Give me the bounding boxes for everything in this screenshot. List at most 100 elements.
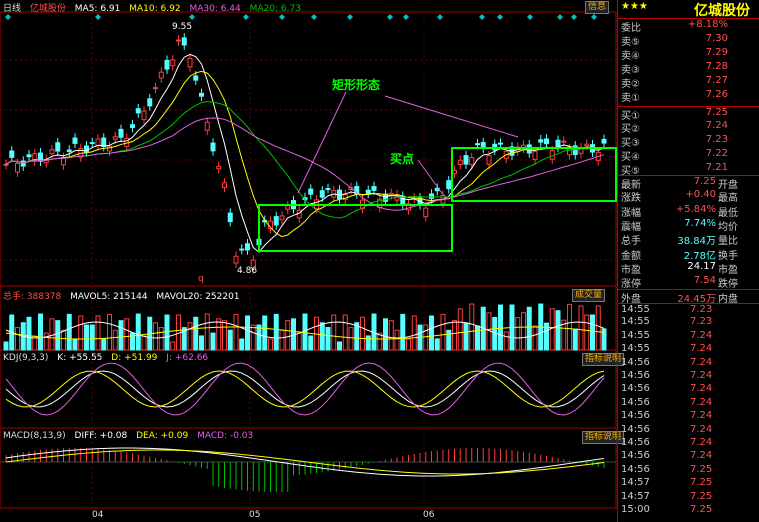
- candle-body: [15, 162, 20, 173]
- ask-price: 7.30: [705, 33, 728, 44]
- stat-row: 涨跌 +0.40 最高: [618, 189, 759, 205]
- tick-row: 14:56 7.24: [618, 424, 759, 437]
- macd-label: MACD(8,13,9): [3, 431, 66, 441]
- volume-bar: [268, 338, 273, 351]
- candle-body: [130, 124, 135, 129]
- bid-price: 7.22: [705, 148, 728, 159]
- kdj-header: KDJ(9,3,3) K: +55.55 D: +51.99 J: +62.66: [3, 353, 214, 363]
- bid-row[interactable]: 买② 7.24: [618, 120, 759, 135]
- tick-row: 14:56 7.24: [618, 450, 759, 463]
- bid-row[interactable]: 买⑤ 7.21: [618, 162, 759, 177]
- volume-bar: [141, 335, 147, 351]
- candle-body: [118, 128, 124, 138]
- tick-time: 14:57: [621, 490, 650, 502]
- volume-bar: [61, 329, 66, 351]
- candle-body: [9, 150, 15, 158]
- candle-body: [20, 160, 26, 167]
- candle-body: [285, 205, 291, 210]
- event-marker-icon: [243, 14, 249, 20]
- volume-bar: [43, 332, 49, 351]
- ask-label: 卖③: [621, 65, 640, 76]
- tick-price: 7.24: [690, 410, 713, 422]
- period-label[interactable]: 日线: [3, 4, 21, 14]
- stat-value: +5.84%: [675, 203, 716, 215]
- volume-total: 总手: 388378: [3, 292, 62, 302]
- macd-header: MACD(8,13,9) DIFF: +0.08 DEA: +0.09 MACD…: [3, 431, 259, 441]
- stat-label: 震幅: [621, 221, 641, 233]
- tick-time: 14:56: [621, 383, 650, 395]
- candle-body: [135, 108, 141, 114]
- tick-time: 14:57: [621, 477, 650, 489]
- tick-time: 14:56: [621, 410, 650, 422]
- tick-price: 7.24: [690, 423, 713, 435]
- stat-label: 涨停: [621, 279, 641, 291]
- ask-row[interactable]: 卖② 7.27: [618, 75, 759, 90]
- volume-bar: [308, 335, 314, 351]
- candle-body: [193, 75, 199, 81]
- tick-time: 14:56: [621, 370, 650, 381]
- kdj-d: D: +51.99: [111, 353, 158, 363]
- ask-row[interactable]: 卖④ 7.29: [618, 47, 759, 62]
- stat-value: 38.84万: [677, 236, 716, 248]
- ask-row[interactable]: 卖③ 7.28: [618, 61, 759, 76]
- volume-button[interactable]: 成交量: [572, 289, 606, 302]
- candle-body: [498, 142, 503, 145]
- bid-row[interactable]: 买④ 7.22: [618, 148, 759, 163]
- candle-body: [176, 39, 181, 42]
- bid-row[interactable]: 买③ 7.23: [618, 134, 759, 149]
- stock-chart[interactable]: [0, 0, 617, 522]
- candle-body: [567, 148, 572, 156]
- tick-price: 7.24: [690, 450, 713, 462]
- candle-body: [141, 110, 147, 121]
- event-marker-icon: [403, 14, 409, 20]
- volume-bar: [394, 329, 400, 351]
- tick-price: 7.24: [690, 383, 713, 395]
- stat-value: 7.74%: [684, 217, 716, 229]
- tick-row: 14:56 7.25: [618, 464, 759, 477]
- buy-point-annotation: 买点: [390, 152, 415, 166]
- volume-bar: [572, 328, 578, 351]
- volume-bar: [72, 338, 78, 351]
- tick-row: 14:56 7.24: [618, 437, 759, 450]
- stat-row: 涨幅 +5.84% 最低: [618, 203, 759, 219]
- tick-time: 15:00: [621, 504, 650, 515]
- stat-label-secondary: 最高: [718, 193, 738, 205]
- candle-body: [187, 57, 193, 68]
- volume-bar: [383, 318, 388, 351]
- stat-label-secondary: 量比: [718, 236, 738, 248]
- candle-body: [371, 186, 377, 191]
- kdj-k: K: +55.55: [57, 353, 103, 363]
- volume-bar: [118, 320, 124, 351]
- candle-body: [532, 151, 538, 160]
- volume-bar: [15, 327, 20, 351]
- candle-body: [388, 192, 394, 196]
- event-marker-icon: [95, 14, 101, 20]
- volume-bar: [222, 320, 227, 351]
- volume-bar: [89, 324, 95, 351]
- high-price-label: 9.55: [172, 22, 193, 32]
- candle-body: [365, 189, 371, 194]
- candle-body: [544, 138, 549, 145]
- volume-bar: [78, 315, 84, 351]
- volume-bar: [55, 320, 61, 351]
- volume-bar: [38, 313, 43, 351]
- ask-price: 7.29: [705, 47, 728, 58]
- candle-body: [469, 157, 475, 166]
- bid-price: 7.21: [705, 162, 728, 173]
- bid-row[interactable]: 买① 7.25: [618, 106, 759, 122]
- volume-bar: [590, 314, 595, 351]
- ask-label: 卖④: [621, 51, 640, 62]
- info-button[interactable]: 信息: [585, 1, 610, 14]
- candle-body: [452, 169, 457, 174]
- bid-price: 7.23: [705, 134, 728, 145]
- ask-row[interactable]: 卖⑤ 7.30: [618, 33, 759, 48]
- tick-price: 7.25: [690, 504, 713, 515]
- volume-bar: [101, 338, 107, 351]
- tick-price: 7.24: [690, 356, 713, 368]
- stat-label-secondary: 换手: [718, 250, 738, 262]
- candle-body: [181, 37, 187, 46]
- ask-row[interactable]: 卖① 7.26: [618, 89, 759, 104]
- volume-bar: [262, 315, 268, 351]
- volume-bar: [567, 303, 572, 351]
- volume-bar: [153, 322, 158, 351]
